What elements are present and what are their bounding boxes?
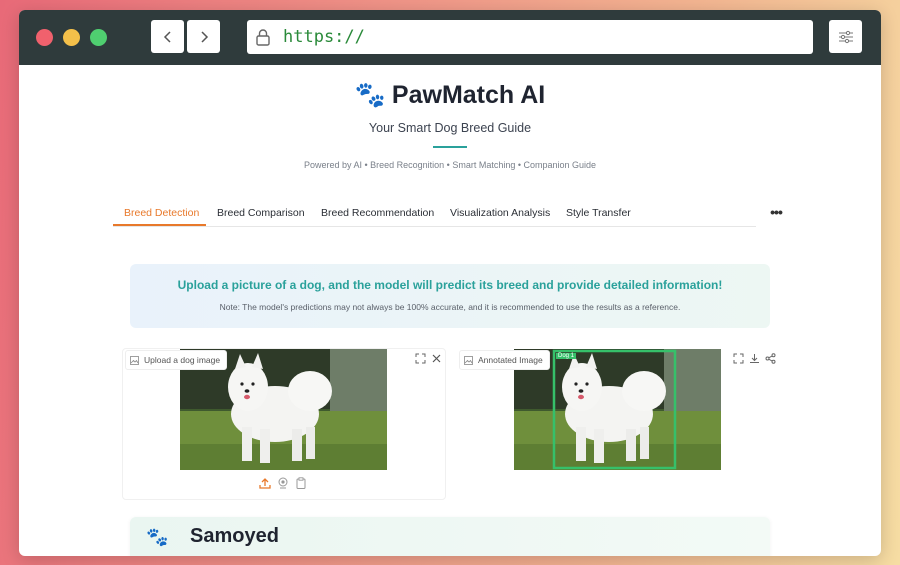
upload-actions	[259, 477, 307, 489]
tab-breed-comparison[interactable]: Breed Comparison	[217, 207, 305, 219]
page-subtitle: Your Smart Dog Breed Guide	[368, 121, 532, 135]
tab-bar: Breed Detection Breed Comparison Breed R…	[113, 203, 756, 227]
upload-image-panel[interactable]: Upload a dog image	[122, 348, 446, 500]
upload-icon[interactable]	[259, 477, 271, 489]
upload-label-text: Upload a dog image	[144, 355, 221, 365]
more-tabs-button[interactable]: •••	[764, 202, 788, 222]
maximize-window-button[interactable]	[90, 29, 107, 46]
sliders-icon	[838, 30, 853, 43]
annotated-image-panel: Annotated Image Dog 1	[456, 348, 780, 500]
browser-menu-button[interactable]	[829, 20, 862, 53]
fullscreen-icon[interactable]	[415, 353, 426, 364]
instructions-text: Upload a picture of a dog, and the model…	[177, 278, 723, 292]
chevron-right-icon	[200, 30, 208, 43]
url-text[interactable]: https://	[283, 27, 365, 47]
minimize-window-button[interactable]	[63, 29, 80, 46]
app-title-text: PawMatch AI	[391, 81, 546, 109]
share-icon[interactable]	[765, 353, 776, 364]
instructions-box: Upload a picture of a dog, and the model…	[130, 264, 770, 328]
tab-visualization-analysis[interactable]: Visualization Analysis	[450, 207, 550, 219]
lock-icon	[255, 28, 273, 46]
title-divider	[433, 146, 467, 148]
paw-icon: 🐾	[146, 527, 169, 547]
bounding-box-label: Dog 1	[556, 353, 577, 359]
close-window-button[interactable]	[36, 29, 53, 46]
image-icon	[464, 355, 473, 365]
page-content: 🐾 PawMatch AI Your Smart Dog Breed Guide …	[19, 65, 881, 556]
breed-name: Samoyed	[190, 525, 279, 547]
breed-result-card: 🐾 Samoyed	[130, 517, 770, 556]
annotated-label-text: Annotated Image	[478, 355, 543, 365]
clipboard-icon[interactable]	[295, 477, 307, 489]
back-button[interactable]	[151, 20, 184, 53]
page-title: 🐾 PawMatch AI	[19, 81, 881, 110]
forward-button[interactable]	[187, 20, 220, 53]
tab-breed-recommendation[interactable]: Breed Recommendation	[321, 207, 434, 219]
address-bar[interactable]: https://	[247, 20, 813, 54]
powered-by-text: Powered by AI • Breed Recognition • Smar…	[303, 160, 597, 170]
tab-style-transfer[interactable]: Style Transfer	[566, 207, 631, 219]
download-icon[interactable]	[749, 353, 760, 364]
upload-panel-tools	[415, 353, 442, 364]
active-tab-indicator	[113, 224, 206, 226]
annotated-panel-tools	[733, 353, 776, 364]
paw-icon: 🐾	[354, 81, 386, 109]
browser-titlebar: https://	[19, 10, 881, 65]
chevron-left-icon	[163, 30, 171, 43]
webcam-icon[interactable]	[277, 477, 289, 489]
annotated-panel-label: Annotated Image	[459, 350, 550, 370]
upload-panel-label: Upload a dog image	[125, 350, 228, 370]
browser-window: https:// 🐾 PawMatch AI Your Smart Dog Bre…	[19, 10, 881, 556]
image-icon	[130, 355, 139, 365]
close-icon[interactable]	[431, 353, 442, 364]
accuracy-note: Note: The model's predictions may not al…	[219, 302, 681, 312]
fullscreen-icon[interactable]	[733, 353, 744, 364]
tab-breed-detection[interactable]: Breed Detection	[124, 207, 199, 219]
